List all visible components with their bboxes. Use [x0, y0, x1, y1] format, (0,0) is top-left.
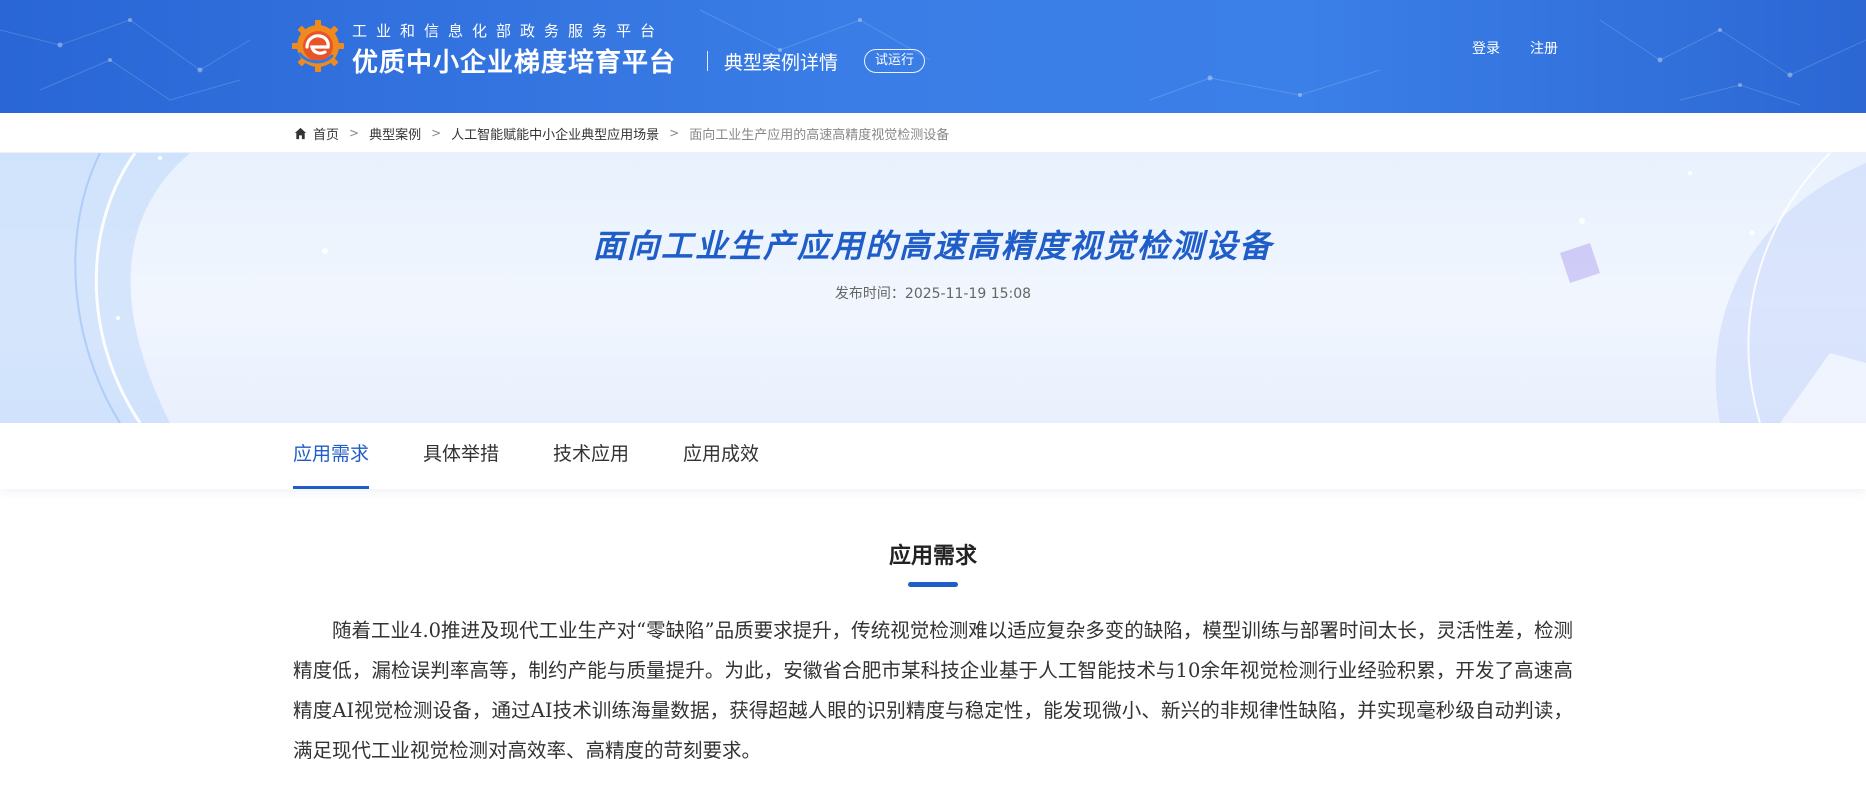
brand-divider	[707, 51, 708, 71]
case-banner: 面向工业生产应用的高速高精度视觉检测设备 发布时间：2025-11-19 15:…	[0, 153, 1866, 423]
breadcrumb-category[interactable]: 人工智能赋能中小企业典型应用场景	[451, 124, 659, 143]
brand-title: 优质中小企业梯度培育平台	[352, 48, 677, 78]
case-title: 面向工业生产应用的高速高精度视觉检测设备	[592, 227, 1273, 265]
tab-application-demand[interactable]: 应用需求	[293, 423, 370, 489]
breadcrumb-current: 面向工业生产应用的高速高精度视觉检测设备	[689, 127, 950, 143]
network-pattern-decoration	[0, 9, 1866, 106]
top-header: 工业和信息化部政务服务平台 优质中小企业梯度培育平台 典型案例详情 试运行 登录…	[0, 0, 1866, 113]
login-link[interactable]: 登录	[1472, 38, 1500, 58]
breadcrumb-cases[interactable]: 典型案例	[369, 124, 421, 143]
breadcrumb-home[interactable]: 首页	[313, 124, 339, 143]
tab-application-results[interactable]: 应用成效	[683, 423, 759, 489]
tab-technical-application[interactable]: 技术应用	[553, 423, 629, 489]
home-icon	[294, 127, 307, 139]
brand-subtitle: 工业和信息化部政务服务平台	[352, 22, 665, 40]
gear-e-logo-icon	[292, 20, 344, 72]
breadcrumb-separator: >	[669, 126, 680, 140]
tab-specific-measures[interactable]: 具体举措	[423, 423, 499, 489]
register-link[interactable]: 注册	[1530, 38, 1558, 58]
trial-badge: 试运行	[864, 49, 926, 73]
breadcrumb-separator: >	[349, 126, 360, 140]
breadcrumb-separator: >	[431, 126, 442, 140]
publish-time: 发布时间：2025-11-19 15:08	[834, 286, 1032, 302]
breadcrumb: 首页 > 典型案例 > 人工智能赋能中小企业典型应用场景 > 面向工业生产应用的…	[0, 113, 1866, 153]
section-title-underline	[908, 582, 958, 587]
page-name: 典型案例详情	[724, 52, 839, 74]
section-paragraph: 随着工业4.0推进及现代工业生产对“零缺陷”品质要求提升，传统视觉检测难以适应复…	[293, 619, 1573, 762]
section-title: 应用需求	[888, 544, 977, 569]
section-tabs: 应用需求 具体举措 技术应用 应用成效	[0, 423, 1866, 489]
